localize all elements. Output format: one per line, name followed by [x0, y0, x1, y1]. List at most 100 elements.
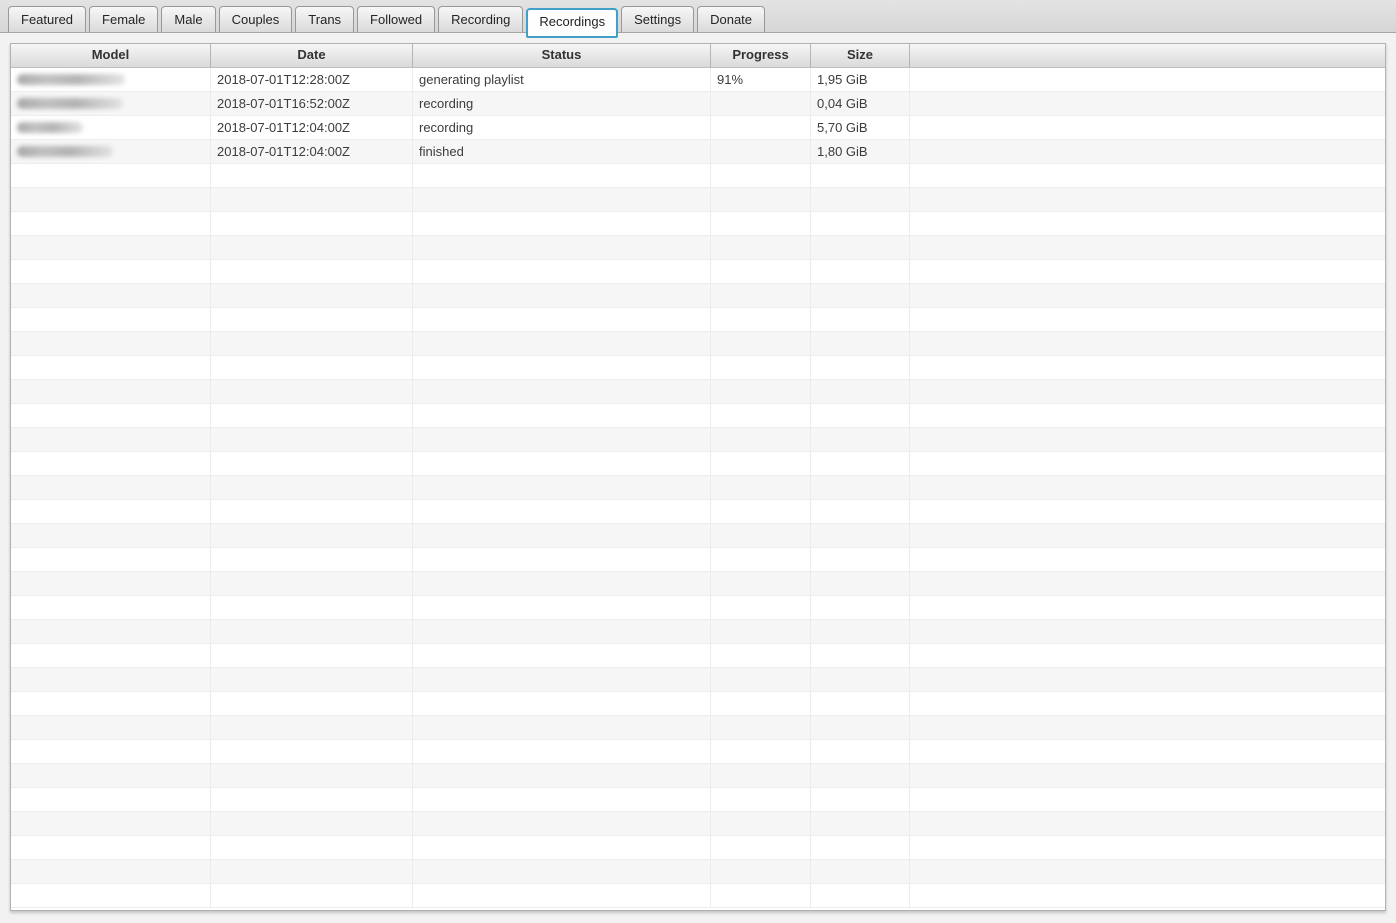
cell-status: generating playlist [413, 68, 711, 91]
cell-spacer [910, 404, 1385, 427]
cell-date: 2018-07-01T12:04:00Z [211, 140, 413, 163]
cell-date [211, 236, 413, 259]
cell-progress [711, 116, 811, 139]
cell-model [11, 212, 211, 235]
cell-size [811, 692, 910, 715]
table-row-empty [11, 836, 1385, 860]
cell-status [413, 284, 711, 307]
cell-progress [711, 188, 811, 211]
cell-date [211, 836, 413, 859]
table-row-empty [11, 332, 1385, 356]
cell-model [11, 596, 211, 619]
cell-progress [711, 404, 811, 427]
cell-spacer [910, 380, 1385, 403]
cell-status [413, 404, 711, 427]
cell-status [413, 764, 711, 787]
cell-status [413, 692, 711, 715]
cell-size [811, 284, 910, 307]
tab-recording[interactable]: Recording [438, 6, 523, 32]
table-row[interactable]: 2018-07-01T12:04:00Zrecording5,70 GiB [11, 116, 1385, 140]
cell-size [811, 452, 910, 475]
cell-spacer [910, 164, 1385, 187]
table-row-empty [11, 788, 1385, 812]
column-header-date[interactable]: Date [211, 44, 413, 67]
cell-date [211, 404, 413, 427]
cell-size [811, 764, 910, 787]
cell-spacer [910, 596, 1385, 619]
table-row[interactable]: 2018-07-01T12:28:00Zgenerating playlist9… [11, 68, 1385, 92]
cell-model [11, 404, 211, 427]
cell-model [11, 164, 211, 187]
cell-progress [711, 356, 811, 379]
cell-date [211, 620, 413, 643]
cell-date [211, 500, 413, 523]
tab-trans[interactable]: Trans [295, 6, 354, 32]
cell-date: 2018-07-01T16:52:00Z [211, 92, 413, 115]
table-row-empty [11, 764, 1385, 788]
cell-model [11, 380, 211, 403]
cell-progress [711, 812, 811, 835]
table-row-empty [11, 236, 1385, 260]
cell-progress [711, 500, 811, 523]
cell-model [11, 716, 211, 739]
cell-status [413, 452, 711, 475]
table-row[interactable]: 2018-07-01T12:04:00Zfinished1,80 GiB [11, 140, 1385, 164]
cell-date [211, 332, 413, 355]
cell-size [811, 620, 910, 643]
cell-date [211, 884, 413, 907]
tab-bar: FeaturedFemaleMaleCouplesTransFollowedRe… [0, 0, 1396, 33]
cell-size [811, 212, 910, 235]
cell-date [211, 596, 413, 619]
cell-model [11, 452, 211, 475]
cell-spacer [910, 644, 1385, 667]
column-header-spacer [910, 44, 1385, 67]
cell-spacer [910, 860, 1385, 883]
tab-couples[interactable]: Couples [219, 6, 293, 32]
page-content: ModelDateStatusProgressSize 2018-07-01T1… [0, 33, 1396, 921]
tab-donate[interactable]: Donate [697, 6, 765, 32]
table-row-empty [11, 188, 1385, 212]
cell-model [11, 236, 211, 259]
table-row[interactable]: 2018-07-01T16:52:00Zrecording0,04 GiB [11, 92, 1385, 116]
column-header-model[interactable]: Model [11, 44, 211, 67]
cell-size [811, 476, 910, 499]
cell-model [11, 668, 211, 691]
cell-date [211, 668, 413, 691]
cell-date [211, 308, 413, 331]
table-body: 2018-07-01T12:28:00Zgenerating playlist9… [11, 68, 1385, 908]
cell-progress [711, 764, 811, 787]
cell-progress [711, 668, 811, 691]
tab-recordings[interactable]: Recordings [526, 8, 618, 38]
cell-size [811, 884, 910, 907]
tab-settings[interactable]: Settings [621, 6, 694, 32]
cell-progress [711, 716, 811, 739]
table-row-empty [11, 860, 1385, 884]
table-row-empty [11, 404, 1385, 428]
cell-model [11, 812, 211, 835]
cell-size [811, 500, 910, 523]
cell-date [211, 212, 413, 235]
cell-status [413, 548, 711, 571]
cell-progress [711, 92, 811, 115]
cell-progress [711, 284, 811, 307]
cell-progress [711, 740, 811, 763]
cell-status [413, 332, 711, 355]
cell-progress [711, 524, 811, 547]
cell-status: recording [413, 116, 711, 139]
cell-progress [711, 620, 811, 643]
tab-female[interactable]: Female [89, 6, 158, 32]
tab-featured[interactable]: Featured [8, 6, 86, 32]
column-header-size[interactable]: Size [811, 44, 910, 67]
cell-progress [711, 548, 811, 571]
cell-status [413, 308, 711, 331]
column-header-progress[interactable]: Progress [711, 44, 811, 67]
cell-model [11, 524, 211, 547]
cell-status [413, 812, 711, 835]
column-header-status[interactable]: Status [413, 44, 711, 67]
cell-status [413, 644, 711, 667]
tab-male[interactable]: Male [161, 6, 215, 32]
cell-model [11, 620, 211, 643]
tab-followed[interactable]: Followed [357, 6, 435, 32]
cell-status [413, 788, 711, 811]
cell-date [211, 380, 413, 403]
